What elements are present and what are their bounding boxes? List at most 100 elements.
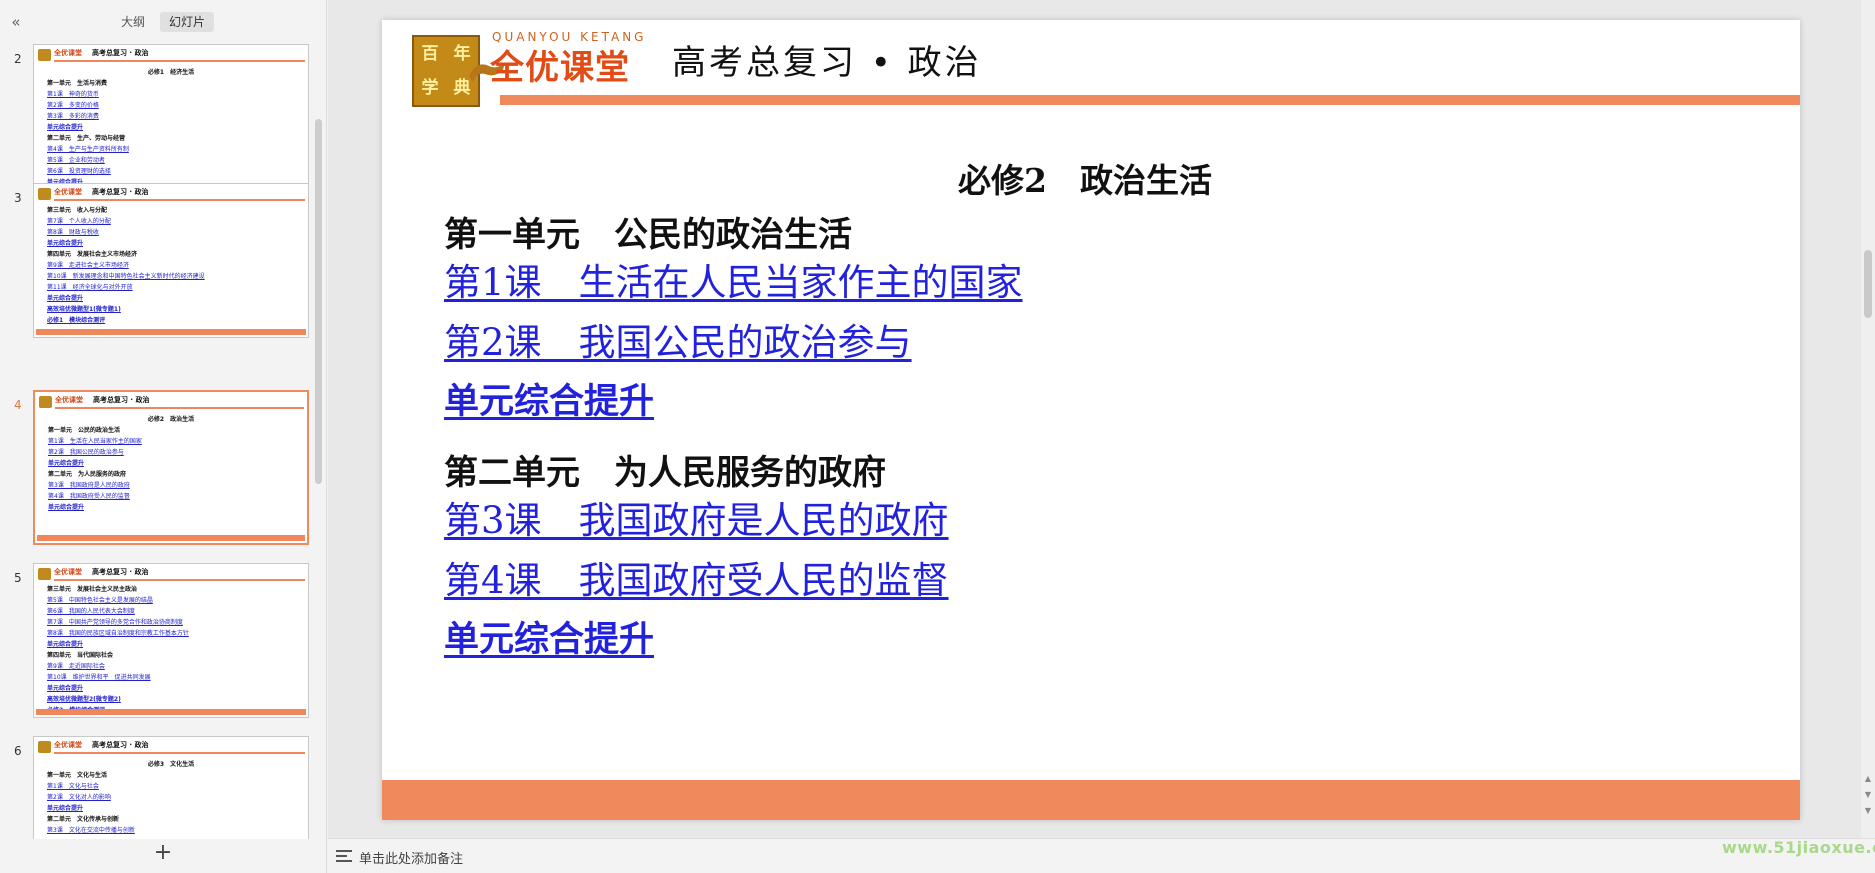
review-link[interactable]: 单元综合提升 — [444, 373, 654, 424]
thumbnail-list: 2 全优课堂 高考总复习 · 政治 必修1 经济生活 第一单元 生活与消费 第1课… — [0, 44, 312, 839]
chevron-down-icon[interactable]: ▼ — [1863, 789, 1873, 801]
slide-header-title[interactable]: 高考总复习 • 政治 — [672, 41, 982, 85]
slide-thumbnail-row[interactable]: 5 全优课堂 高考总复习 · 政治 第三单元 发展社会主义民主政治 第5课 中国特… — [0, 563, 312, 723]
thumb-unit-line: 第三单元 收入与分配 — [47, 207, 108, 214]
thumb-review-link: 单元综合提升 — [47, 295, 84, 302]
logo-icon — [39, 396, 52, 408]
notes-input[interactable]: 单击此处添加备注 — [359, 848, 463, 867]
thumb-lesson-link: 第7课 中国共产党领导的多党合作和政治协商制度 — [47, 619, 183, 626]
slide-canvas[interactable]: 百 年 学 典 QUANYOU KETANG 全优课堂 高考总复习 • 政治 必… — [382, 20, 1800, 820]
thumb-heading: 必修3 文化生活 — [147, 761, 195, 768]
thumb-lesson-link: 第4课 我国政府受人民的监督 — [48, 493, 130, 500]
lesson-link[interactable]: 第3课 我国政府是人民的政府 — [444, 490, 949, 544]
slide-number: 5 — [14, 571, 22, 585]
logo-icon — [38, 568, 51, 580]
slide-thumbnail-row[interactable]: 3 全优课堂 高考总复习 · 政治 第三单元 收入与分配 第7课 个人收入的分配第… — [0, 183, 312, 343]
notes-icon — [336, 849, 352, 863]
editor-scrollbar-thumb[interactable] — [1864, 250, 1872, 318]
thumb-lesson-link: 第1课 生活在人民当家作主的国家 — [48, 438, 142, 445]
thumb-lesson-link: 第11课 经济全球化与对外开放 — [47, 284, 133, 291]
thumb-review-link: 单元综合提升 — [48, 460, 85, 467]
unit-title[interactable]: 第一单元 公民的政治生活 — [444, 207, 852, 256]
chevron-up-icon[interactable]: ▲ — [1863, 773, 1873, 785]
slide-thumbnail[interactable]: 全优课堂 高考总复习 · 政治 必修1 经济生活 第一单元 生活与消费 第1课 神… — [33, 44, 309, 199]
tab-slides[interactable]: 幻灯片 — [160, 12, 215, 32]
chevron-down-icon[interactable]: ▼ — [1863, 805, 1873, 817]
thumb-title: 高考总复习 · 政治 — [92, 568, 149, 576]
thumb-header-bar — [54, 579, 305, 581]
thumb-review-link: 单元综合提升 — [47, 240, 84, 247]
header-accent-bar — [500, 95, 1800, 105]
lesson-link[interactable]: 第2课 我国公民的政治参与 — [444, 312, 912, 366]
slide-panel: « 大纲 幻灯片 2 全优课堂 高考总复习 · 政治 必修1 经济生活 第一单元… — [0, 0, 327, 873]
notes-bar[interactable]: 单击此处添加备注 — [328, 838, 1875, 873]
logo-icon — [38, 188, 51, 200]
slide-number: 3 — [14, 191, 22, 205]
app-window: « 大纲 幻灯片 2 全优课堂 高考总复习 · 政治 必修1 经济生活 第一单元… — [0, 0, 1875, 873]
slide-thumbnail[interactable]: 全优课堂 高考总复习 · 政治 必修2 政治生活 第一单元 公民的政治生活 第1课… — [33, 390, 309, 545]
thumb-lesson-link: 第7课 个人收入的分配 — [47, 218, 111, 225]
thumb-unit-line: 第一单元 生活与消费 — [47, 80, 108, 87]
thumb-title: 高考总复习 · 政治 — [92, 741, 149, 749]
thumb-lesson-link: 第2课 文化对人的影响 — [47, 794, 111, 801]
thumb-lesson-link: 第8课 我国的民族区域自治制度和宗教工作基本方针 — [47, 630, 189, 637]
thumb-review-link: 单元综合提升 — [47, 805, 84, 812]
thumb-lesson-link: 第9课 走近国际社会 — [47, 663, 105, 670]
thumb-unit-line: 第一单元 公民的政治生活 — [48, 427, 121, 434]
thumb-lesson-link: 第8课 财政与税收 — [47, 229, 99, 236]
thumb-footer-bar — [37, 535, 305, 541]
slide-number: 6 — [14, 744, 22, 758]
lesson-link[interactable]: 第1课 生活在人民当家作主的国家 — [444, 252, 1023, 306]
thumb-unit-line: 第三单元 发展社会主义民主政治 — [47, 586, 138, 593]
slide-thumbnail[interactable]: 全优课堂 高考总复习 · 政治 必修3 文化生活 第一单元 文化与生活 第1课 文… — [33, 736, 309, 839]
thumb-review-link: 单元综合提升 — [47, 685, 84, 692]
thumb-lesson-link: 第2课 我国公民的政治参与 — [48, 449, 124, 456]
thumb-title: 高考总复习 · 政治 — [92, 49, 149, 57]
collapse-panel-icon[interactable]: « — [6, 12, 26, 32]
thumb-review-link: 单元综合提升 — [47, 641, 84, 648]
brand-name: 全优课堂 — [490, 48, 630, 88]
thumb-unit-line: 第二单元 文化传承与创新 — [47, 816, 120, 823]
slide-thumbnail-row-selected[interactable]: 4 全优课堂 高考总复习 · 政治 必修2 政治生活 第一单元 公民的政治生活第… — [0, 390, 312, 550]
brand-pinyin: QUANYOU KETANG — [492, 30, 647, 44]
logo-icon — [38, 741, 51, 753]
thumb-title: 高考总复习 · 政治 — [92, 188, 149, 196]
add-slide-button[interactable]: + — [151, 842, 175, 866]
thumb-heading: 必修2 政治生活 — [147, 416, 195, 423]
lesson-link[interactable]: 第4课 我国政府受人民的监督 — [444, 550, 949, 604]
thumb-review-link: 高效培优微题型2(微专题2) — [47, 696, 121, 703]
slide-thumbnail[interactable]: 全优课堂 高考总复习 · 政治 第三单元 收入与分配 第7课 个人收入的分配 第8课… — [33, 183, 309, 338]
thumb-brand: 全优课堂 — [55, 396, 83, 404]
thumb-lesson-link: 第1课 神奇的货币 — [47, 91, 99, 98]
unit-title[interactable]: 第二单元 为人民服务的政府 — [444, 445, 886, 494]
slide-heading[interactable]: 必修2 政治生活 — [958, 154, 1212, 202]
slide-thumbnail-row[interactable]: 6 全优课堂 高考总复习 · 政治 必修3 文化生活 第一单元 文化与生活 第1课… — [0, 736, 312, 839]
watermark: www.51jiaoxue.cn — [1722, 838, 1875, 857]
thumb-lesson-link: 第6课 投资理财的选择 — [47, 168, 111, 175]
thumb-lesson-link: 第6课 我国的人民代表大会制度 — [47, 608, 135, 615]
thumbnail-scrollbar-thumb[interactable] — [315, 119, 322, 484]
editor-scrollbar[interactable]: ▲ ▼ ▼ — [1861, 0, 1875, 838]
thumb-lesson-link: 第2课 多变的价格 — [47, 102, 99, 109]
thumb-lines: 第三单元 发展社会主义民主政治 第5课 中国特色社会主义是发展的结晶 第6课 我国的… — [47, 584, 302, 716]
footer-accent-bar — [382, 780, 1800, 820]
thumb-review-link: 高效培优微题型1(微专题1) — [47, 306, 121, 313]
thumb-unit-line: 第四单元 发展社会主义市场经济 — [47, 251, 138, 258]
thumb-header-bar — [54, 199, 305, 201]
thumb-brand: 全优课堂 — [54, 49, 82, 57]
thumb-header-bar — [55, 407, 304, 409]
slide-thumbnail[interactable]: 全优课堂 高考总复习 · 政治 第三单元 发展社会主义民主政治 第5课 中国特色社… — [33, 563, 309, 718]
thumbnail-scrollbar[interactable] — [313, 44, 323, 839]
thumb-lesson-link: 第1课 文化与社会 — [47, 783, 99, 790]
thumb-unit-line: 第二单元 为人民服务的政府 — [48, 471, 127, 478]
thumb-lesson-link: 第5课 企业和劳动者 — [47, 157, 105, 164]
slide-editor: 百 年 学 典 QUANYOU KETANG 全优课堂 高考总复习 • 政治 必… — [328, 0, 1875, 838]
thumb-unit-line: 第一单元 文化与生活 — [47, 772, 108, 779]
thumb-lines: 第一单元 公民的政治生活第1课 生活在人民当家作主的国家 第2课 我国公民的政治参… — [48, 425, 301, 513]
thumb-heading: 必修1 经济生活 — [147, 69, 195, 76]
thumb-lines: 第一单元 生活与消费 第1课 神奇的货币 第2课 多变的价格 第3课 多彩的消费 单元综… — [47, 78, 302, 188]
tab-outline[interactable]: 大纲 — [112, 12, 154, 32]
slide-thumbnail-row[interactable]: 2 全优课堂 高考总复习 · 政治 必修1 经济生活 第一单元 生活与消费 第1课… — [0, 44, 312, 204]
thumb-lesson-link: 第4课 生产与生产资料所有制 — [47, 146, 129, 153]
review-link[interactable]: 单元综合提升 — [444, 611, 654, 662]
